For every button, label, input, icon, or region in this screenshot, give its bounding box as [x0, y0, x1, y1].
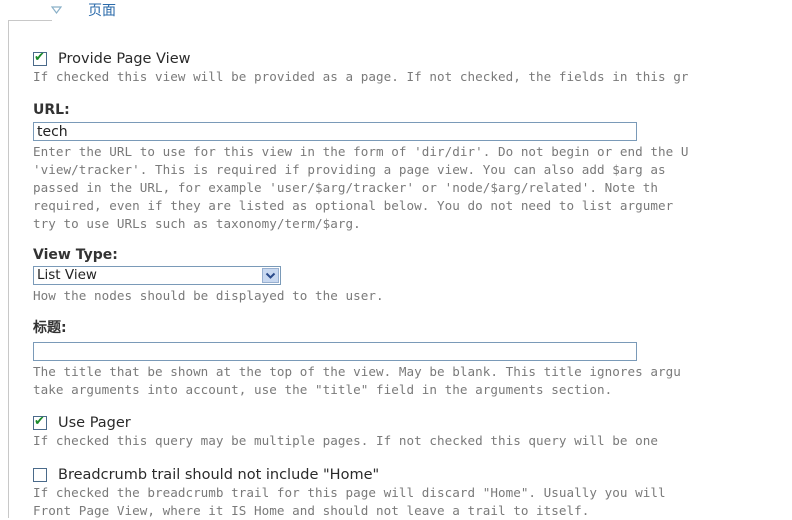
title-label: 标题: — [33, 320, 67, 336]
breadcrumb-description-line: If checked the breadcrumb trail for this… — [33, 485, 666, 500]
view-type-select[interactable]: List View — [33, 266, 281, 285]
url-description-line: Enter the URL to use for this view in th… — [33, 144, 689, 159]
url-description-line: 'view/tracker'. This is required if prov… — [33, 162, 666, 177]
url-description-line: passed in the URL, for example 'user/$ar… — [33, 180, 659, 195]
chevron-down-icon[interactable] — [262, 268, 279, 283]
url-input[interactable] — [33, 122, 637, 141]
use-pager-checkbox[interactable]: ✔ — [33, 414, 47, 430]
provide-page-view-checkbox[interactable]: ✔ — [33, 50, 47, 66]
title-input[interactable] — [33, 342, 637, 361]
url-label: URL: — [33, 102, 70, 118]
checkmark-icon: ✔ — [34, 50, 45, 65]
title-description-line: The title that be shown at the top of th… — [33, 364, 681, 379]
checkmark-icon: ✔ — [34, 414, 45, 429]
collapse-triangle-icon[interactable] — [50, 2, 63, 22]
view-type-description: How the nodes should be displayed to the… — [33, 288, 384, 303]
legend-line — [8, 19, 52, 21]
title-description-line: take arguments into account, use the "ti… — [33, 382, 613, 397]
url-description-line: required, even if they are listed as opt… — [33, 198, 674, 213]
view-type-selected: List View — [37, 267, 97, 283]
breadcrumb-row[interactable]: Breadcrumb trail should not include "Hom… — [33, 464, 379, 486]
breadcrumb-checkbox[interactable] — [33, 468, 47, 482]
provide-page-view-label[interactable]: Provide Page View — [58, 49, 190, 69]
breadcrumb-description: If checked the breadcrumb trail for this… — [33, 484, 666, 520]
provide-page-view-description: If checked this view will be provided as… — [33, 69, 689, 84]
fieldset-legend-title[interactable]: 页面 — [88, 1, 116, 21]
fieldset-legend[interactable] — [8, 8, 52, 30]
use-pager-description: If checked this query may be multiple pa… — [33, 433, 659, 448]
url-description-line: try to use URLs such as taxonomy/term/$a… — [33, 216, 361, 231]
use-pager-label[interactable]: Use Pager — [58, 413, 131, 433]
provide-page-view-row[interactable]: ✔ Provide Page View — [33, 48, 190, 70]
use-pager-row[interactable]: ✔ Use Pager — [33, 412, 131, 434]
title-description: The title that be shown at the top of th… — [33, 363, 681, 399]
view-type-label: View Type: — [33, 247, 118, 263]
fieldset-border — [8, 20, 9, 518]
breadcrumb-label[interactable]: Breadcrumb trail should not include "Hom… — [58, 465, 379, 485]
url-description: Enter the URL to use for this view in th… — [33, 143, 689, 233]
breadcrumb-description-line: Front Page View, where it IS Home and sh… — [33, 503, 590, 518]
